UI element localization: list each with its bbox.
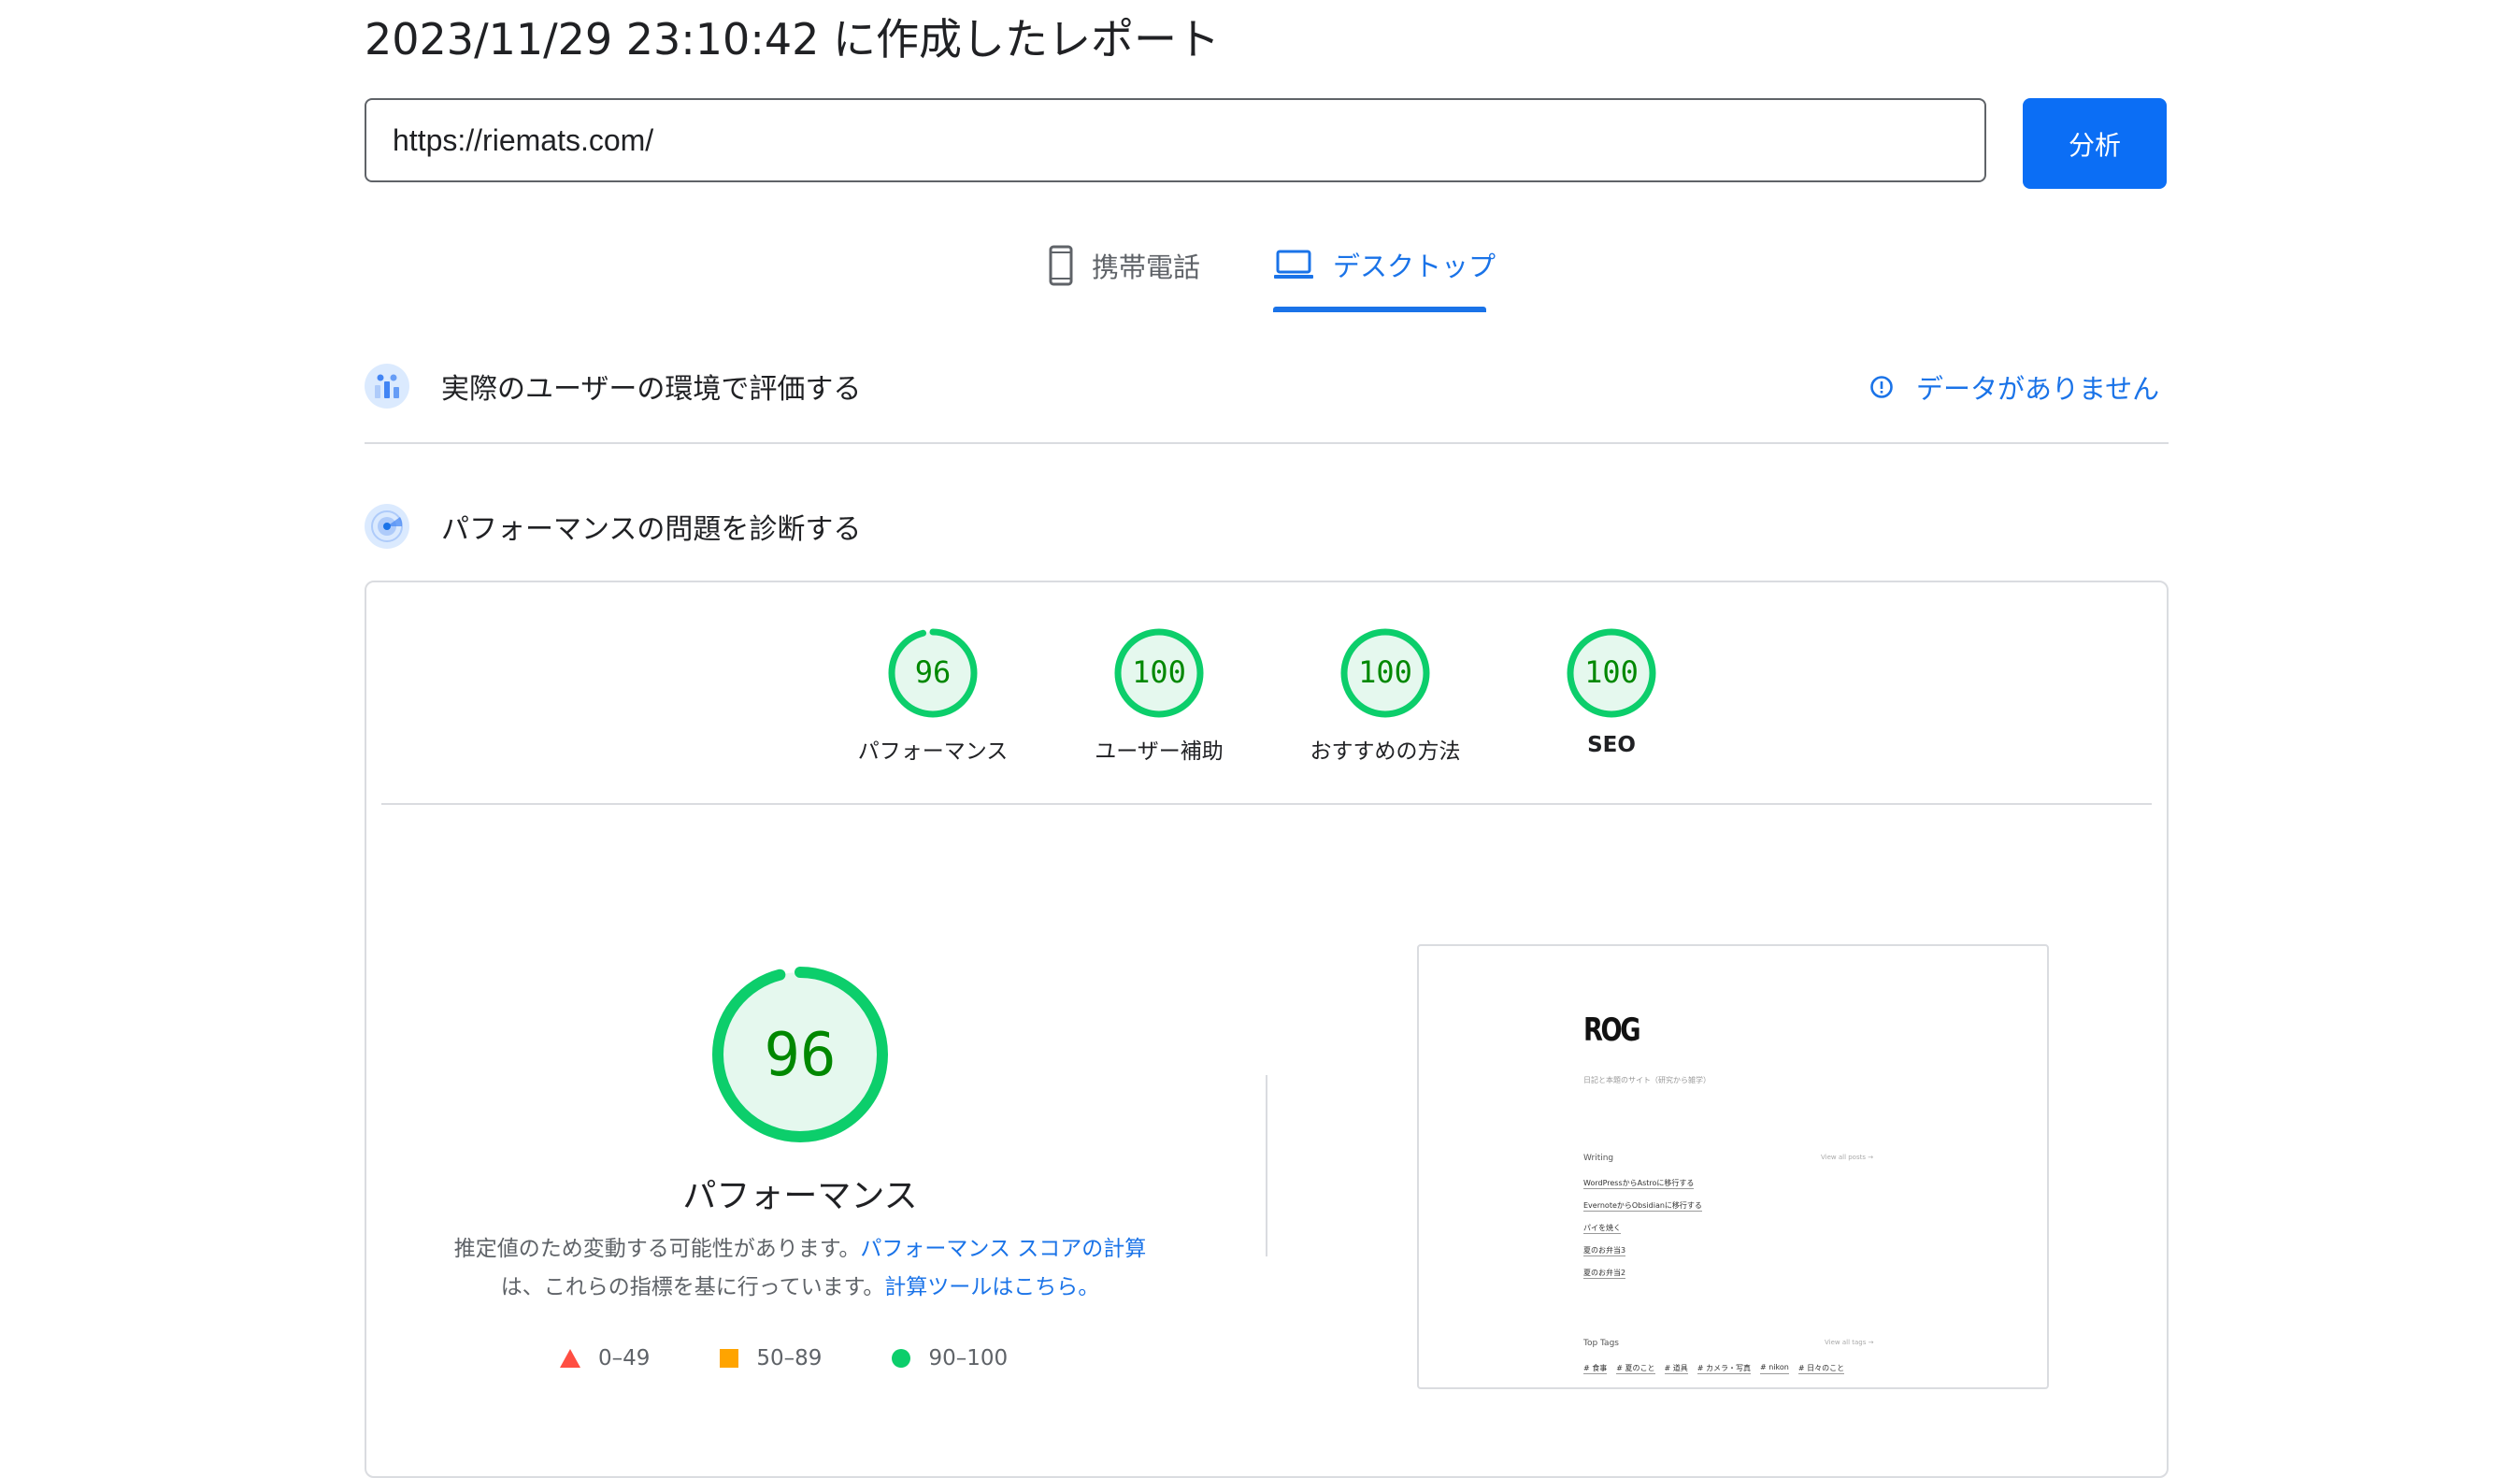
gauge-best-practices-ring: 100 bbox=[1340, 628, 1430, 718]
screenshot-tags: # 食事 # 夏のこと # 道具 # カメラ・写真 # nikon # 日々のこ… bbox=[1583, 1363, 1845, 1374]
gauge-performance-score: 96 bbox=[915, 654, 952, 690]
users-chart-icon bbox=[365, 364, 409, 409]
gauge-accessibility[interactable]: 100 ユーザー補助 bbox=[1056, 626, 1262, 765]
legend-average-range: 50–89 bbox=[756, 1346, 823, 1370]
field-data-section[interactable]: 実際のユーザーの環境で評価する bbox=[365, 364, 861, 409]
gauge-seo-score: 100 bbox=[1584, 654, 1639, 690]
smartphone-icon bbox=[1049, 245, 1073, 286]
legend-fail: 0–49 bbox=[559, 1346, 650, 1370]
gauge-seo-ring: 100 bbox=[1567, 628, 1656, 718]
tab-desktop-label: デスクトップ bbox=[1333, 251, 1496, 282]
gauge-accessibility-score: 100 bbox=[1132, 654, 1186, 690]
no-data-label: データがありません bbox=[1916, 373, 2160, 405]
legend-pass-range: 90–100 bbox=[928, 1346, 1009, 1370]
legend-pass: 90–100 bbox=[891, 1346, 1008, 1370]
circle-icon bbox=[892, 1349, 911, 1368]
desc-text-1: 推定値のため変動する可能性があります。 bbox=[453, 1237, 861, 1261]
screenshot-tag: # 食事 bbox=[1583, 1364, 1608, 1374]
lab-data-title: パフォーマンスの問題を診断する bbox=[441, 513, 862, 546]
screenshot-post-5: 夏のお弁当2 bbox=[1583, 1269, 1626, 1279]
legend-average: 50–89 bbox=[719, 1346, 822, 1370]
laptop-icon bbox=[1274, 250, 1313, 279]
screenshot-post-2: EvernoteからObsidianに移行する bbox=[1583, 1201, 1702, 1212]
tab-desktop[interactable]: デスクトップ bbox=[1273, 245, 1496, 284]
gauge-seo[interactable]: 100 SEO bbox=[1509, 626, 1714, 757]
score-calculation-link[interactable]: パフォーマンス スコアの計算 bbox=[860, 1237, 1146, 1261]
triangle-icon bbox=[560, 1349, 580, 1368]
gauge-performance[interactable]: 96 パフォーマンス bbox=[830, 626, 1036, 765]
radar-icon bbox=[365, 504, 409, 549]
analyze-button[interactable]: 分析 bbox=[2023, 98, 2167, 189]
screenshot-tags-heading: Top Tags bbox=[1583, 1339, 1619, 1348]
tab-mobile-label: 携帯電話 bbox=[1092, 251, 1201, 283]
performance-big-score: 96 bbox=[764, 1021, 836, 1090]
performance-big-gauge: 96 bbox=[707, 961, 894, 1152]
screenshot-tag: # 日々のこと bbox=[1797, 1364, 1845, 1374]
screenshot-view-all-posts: View all posts → bbox=[1821, 1154, 1874, 1161]
screenshot-tag: # カメラ・写真 bbox=[1697, 1364, 1751, 1374]
section-divider bbox=[365, 442, 2169, 444]
screenshot-tag: # nikon bbox=[1760, 1363, 1789, 1374]
gauge-performance-ring: 96 bbox=[888, 628, 978, 718]
screenshot-post-3: パイを焼く bbox=[1583, 1224, 1621, 1234]
active-tab-indicator bbox=[1273, 307, 1486, 312]
lab-data-section: パフォーマンスの問題を診断する bbox=[365, 504, 861, 549]
calculator-link[interactable]: 計算ツールはこちら。 bbox=[884, 1275, 1099, 1299]
screenshot-tagline: 日記と本題のサイト（研究から雑学） bbox=[1583, 1076, 1711, 1084]
screenshot-tag: # 夏のこと bbox=[1616, 1364, 1655, 1374]
screenshot-tag: # 道具 bbox=[1664, 1364, 1688, 1374]
score-legend: 0–49 50–89 90–100 bbox=[559, 1346, 1077, 1370]
gauge-best-practices[interactable]: 100 おすすめの方法 bbox=[1282, 626, 1488, 765]
url-input[interactable] bbox=[365, 98, 1986, 182]
screenshot-logo: ROG bbox=[1583, 1012, 1641, 1049]
desc-text-2: は、これらの指標を基に行っています。 bbox=[500, 1275, 885, 1299]
tab-mobile[interactable]: 携帯電話 bbox=[1049, 245, 1200, 286]
screenshot-writing-heading: Writing bbox=[1583, 1154, 1614, 1163]
report-title: 2023/11/29 23:10:42 に作成したレポート bbox=[365, 14, 1220, 65]
gauge-best-practices-label: おすすめの方法 bbox=[1310, 739, 1461, 764]
page-screenshot: ROG 日記と本題のサイト（研究から雑学） Writing View all p… bbox=[1417, 944, 2049, 1389]
legend-fail-range: 0–49 bbox=[598, 1346, 651, 1370]
screenshot-post-1: WordPressからAstroに移行する bbox=[1583, 1179, 1695, 1189]
screenshot-post-4: 夏のお弁当3 bbox=[1583, 1246, 1626, 1256]
screenshot-view-all-tags: View all tags → bbox=[1825, 1339, 1874, 1346]
square-icon bbox=[720, 1349, 739, 1368]
card-divider bbox=[381, 803, 2152, 805]
performance-big-label: パフォーマンス bbox=[682, 1177, 918, 1215]
gauge-best-practices-score: 100 bbox=[1358, 654, 1412, 690]
gauge-accessibility-label: ユーザー補助 bbox=[1095, 739, 1224, 764]
gauge-seo-label: SEO bbox=[1587, 733, 1636, 757]
vertical-divider bbox=[1266, 1075, 1267, 1256]
no-data-status[interactable]: データがありません bbox=[1869, 367, 2159, 407]
field-data-title: 実際のユーザーの環境で評価する bbox=[441, 373, 862, 406]
info-icon bbox=[1870, 376, 1893, 398]
gauge-performance-label: パフォーマンス bbox=[857, 739, 1009, 764]
performance-description: 推定値のため変動する可能性があります。パフォーマンス スコアの計算 は、これらの… bbox=[411, 1230, 1189, 1307]
gauge-accessibility-ring: 100 bbox=[1114, 628, 1204, 718]
